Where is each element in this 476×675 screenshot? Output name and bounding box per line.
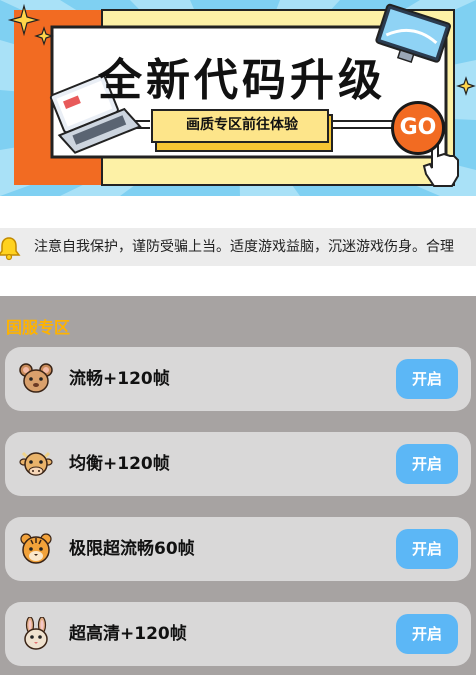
bell-icon: [0, 237, 21, 261]
option-label: 超高清+120帧: [69, 624, 187, 644]
rabbit-avatar-icon: [24, 617, 48, 650]
banner-subtitle-button[interactable]: 画质专区前往体验: [152, 110, 332, 140]
option-card-ultra-hd-120: 超高清+120帧 开启: [5, 602, 471, 666]
option-card-extreme-60: 极限超流畅60帧 开启: [5, 517, 471, 581]
option-label: 极限超流畅60帧: [69, 539, 195, 559]
banner-title: 全新代码升级: [98, 55, 386, 106]
enable-button[interactable]: 开启: [396, 529, 458, 569]
ox-avatar-icon: [19, 451, 53, 476]
tiger-avatar-icon: [20, 533, 52, 564]
promo-banner[interactable]: 全新代码升级 画质专区前往体验 GO: [0, 0, 476, 196]
notice-bar: 注意自我保护，谨防受骗上当。适度游戏益脑，沉迷游戏伤身。合理: [0, 228, 476, 266]
go-button[interactable]: GO: [391, 101, 445, 155]
option-card-smooth-120: 流畅+120帧 开启: [5, 347, 471, 411]
enable-button[interactable]: 开启: [396, 614, 458, 654]
enable-button[interactable]: 开启: [396, 444, 458, 484]
option-card-balanced-120: 均衡+120帧 开启: [5, 432, 471, 496]
server-section: 国服专区 流畅+120帧 开启 均衡+120帧 开启 极限超流畅60帧 开启 超…: [0, 296, 476, 675]
option-label: 均衡+120帧: [69, 454, 170, 474]
option-label: 流畅+120帧: [69, 369, 170, 389]
mouse-avatar-icon: [19, 363, 53, 393]
section-title: 国服专区: [6, 318, 71, 337]
enable-button[interactable]: 开启: [396, 359, 458, 399]
notice-text: 注意自我保护，谨防受骗上当。适度游戏益脑，沉迷游戏伤身。合理: [34, 239, 454, 255]
